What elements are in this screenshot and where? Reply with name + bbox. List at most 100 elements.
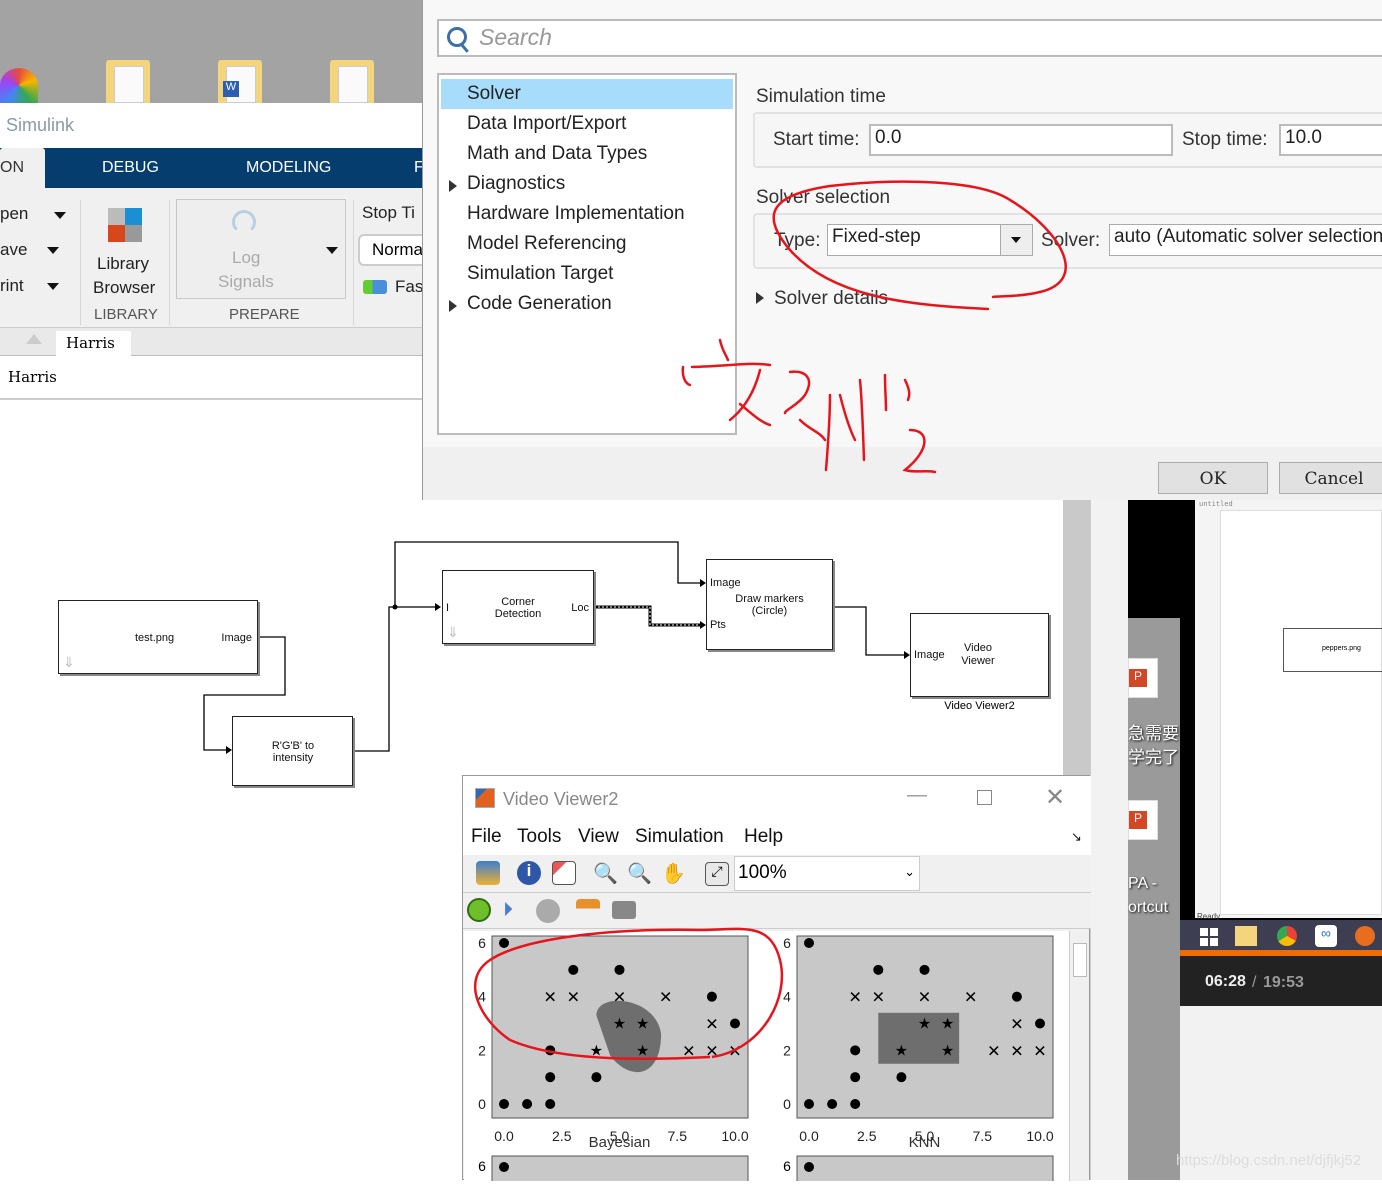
star-marker: ★ [636, 1016, 649, 1033]
fast-restart-label[interactable]: Fas [395, 277, 423, 297]
run-icon[interactable] [467, 898, 491, 922]
undock-icon[interactable]: ↘ [1071, 829, 1082, 845]
tree-item[interactable]: Data Import/Export [441, 109, 733, 139]
save-dropdown-icon[interactable] [47, 247, 59, 254]
library-browser-label-2[interactable]: Browser [93, 278, 155, 298]
x-tick-label: 0.0 [494, 1128, 514, 1144]
colormap-icon[interactable] [552, 861, 576, 885]
close-button[interactable]: ✕ [1045, 783, 1065, 812]
cross-marker: ✕ [1010, 1043, 1023, 1060]
menu-view[interactable]: View [578, 826, 619, 848]
menu-simulation[interactable]: Simulation [635, 826, 724, 848]
tree-item[interactable]: Model Referencing [441, 229, 733, 259]
solver-details-toggle[interactable]: Solver details [774, 288, 888, 310]
library-browser-icon[interactable] [108, 208, 142, 242]
tab-modeling[interactable]: MODELING [246, 148, 331, 188]
info-icon[interactable]: i [517, 861, 541, 885]
video-display: 0 2 4 6 0.0 2.5 5.0 7.5 10.0 Bayesian ✕ ✕ ✕ ✕ ✕ ✕ ✕ ✕ ★ ★ ★ ★… [464, 931, 1069, 1186]
fast-restart-icon[interactable] [363, 280, 387, 294]
dot-marker [614, 964, 625, 975]
minimize-button[interactable]: — [907, 784, 927, 807]
dot-marker [499, 1099, 509, 1109]
expand-triangle-icon[interactable] [449, 180, 457, 192]
up-arrow-icon[interactable] [26, 334, 42, 344]
photos-app-icon[interactable] [0, 68, 38, 103]
word-folder-icon[interactable]: W [218, 60, 262, 103]
windows-start-icon[interactable] [1200, 928, 1218, 946]
tab-simulation[interactable]: ON [0, 148, 45, 188]
dot-marker [545, 1072, 556, 1083]
tree-item[interactable]: Simulation Target [441, 259, 733, 289]
chrome-icon[interactable] [1277, 926, 1297, 946]
prepare-section-label: PREPARE [229, 306, 300, 323]
zoom-select[interactable]: 100% ⌄ [734, 856, 920, 891]
x-tick-label: 2.5 [552, 1128, 572, 1144]
print-button[interactable]: rint [0, 276, 24, 296]
app-icon[interactable] [1355, 926, 1375, 946]
folder-icon[interactable] [330, 60, 374, 103]
expand-triangle-icon[interactable] [756, 292, 764, 304]
pan-hand-icon[interactable]: ✋ [661, 861, 686, 885]
block-rgb-to-intensity[interactable]: R'G'B' to intensity [232, 716, 353, 786]
save-button[interactable]: ave [0, 240, 27, 260]
library-browser-label[interactable]: Library [97, 254, 149, 274]
maximize-button[interactable] [977, 790, 992, 805]
video-frame: untitled peppers.png Ready [1180, 500, 1382, 921]
window-title: Video Viewer2 [503, 789, 619, 809]
dot-marker [1035, 1018, 1045, 1029]
tree-item[interactable]: Solver [441, 79, 733, 109]
solver-select[interactable]: auto (Automatic solver selection [1109, 224, 1382, 256]
tab-debug[interactable]: DEBUG [102, 148, 159, 188]
search-input[interactable]: Search [437, 19, 1382, 57]
cross-marker: ✕ [848, 990, 861, 1007]
print-to-figure-icon[interactable] [476, 861, 500, 885]
search-icon [447, 27, 467, 47]
breadcrumb-tab[interactable]: Harris [56, 331, 131, 356]
video-viewer-window: Video Viewer2 — ✕ File Tools View Simula… [462, 775, 1091, 1186]
print-dropdown-icon[interactable] [47, 283, 59, 290]
log-signals-dropdown-icon[interactable] [326, 247, 338, 254]
stop-time-input[interactable]: 10.0 [1279, 124, 1382, 156]
tree-item[interactable]: Math and Data Types [441, 139, 733, 169]
zoom-out-icon[interactable]: 🔍 [627, 861, 652, 885]
baidu-netdisk-icon[interactable]: ∞ [1315, 925, 1337, 947]
tree-item[interactable]: Diagnostics [441, 169, 733, 199]
highlight-block-icon[interactable] [576, 899, 600, 923]
open-button[interactable]: pen [0, 204, 28, 224]
block-video-viewer[interactable]: Image Video Viewer [910, 613, 1049, 697]
block-caption: Video Viewer2 [944, 700, 1015, 712]
dropdown-arrow-icon[interactable] [1000, 225, 1032, 255]
start-time-input[interactable]: 0.0 [869, 124, 1173, 156]
block-corner-detection[interactable]: Corner Detection I Loc ⇓ [442, 570, 594, 644]
block-draw-markers[interactable]: Draw markers (Circle) Image Pts [706, 559, 833, 650]
log-signals-label: Log [232, 248, 261, 267]
tree-item-label: Model Referencing [467, 233, 627, 254]
model-address[interactable]: Harris [0, 358, 430, 400]
folder-icon[interactable] [106, 60, 150, 103]
vertical-scrollbar[interactable] [1069, 931, 1089, 1181]
snapshot-camera-icon[interactable] [612, 901, 636, 919]
x-tick-label: 7.5 [668, 1128, 688, 1144]
block-image-from-file[interactable]: test.png Image ⇓ [58, 600, 258, 674]
tree-item[interactable]: Code Generation [441, 289, 733, 319]
title-bar: Video Viewer2 — ✕ [463, 776, 1091, 821]
zoom-in-icon[interactable]: 🔍 [593, 861, 618, 885]
powerpoint-file-icon[interactable]: P [1128, 658, 1158, 698]
tree-item-label: Simulation Target [467, 263, 614, 284]
ok-button[interactable]: OK [1158, 462, 1268, 494]
step-forward-icon[interactable]: ⏵ [503, 899, 527, 923]
file-explorer-icon[interactable] [1235, 926, 1257, 946]
fit-to-window-icon[interactable]: ⤢ [705, 862, 729, 886]
menu-tools[interactable]: Tools [517, 826, 561, 848]
expand-triangle-icon[interactable] [449, 300, 457, 312]
solver-label: Solver: [1041, 230, 1101, 251]
cancel-button[interactable]: Cancel [1279, 462, 1382, 494]
menu-help[interactable]: Help [744, 826, 783, 848]
open-dropdown-icon[interactable] [54, 212, 66, 219]
menu-file[interactable]: File [471, 826, 502, 848]
cross-marker: ✕ [1033, 1043, 1046, 1060]
stop-icon[interactable] [536, 899, 560, 923]
cross-marker: ✕ [705, 1043, 718, 1060]
powerpoint-file-icon[interactable]: P [1128, 800, 1158, 840]
tree-item[interactable]: Hardware Implementation [441, 199, 733, 229]
